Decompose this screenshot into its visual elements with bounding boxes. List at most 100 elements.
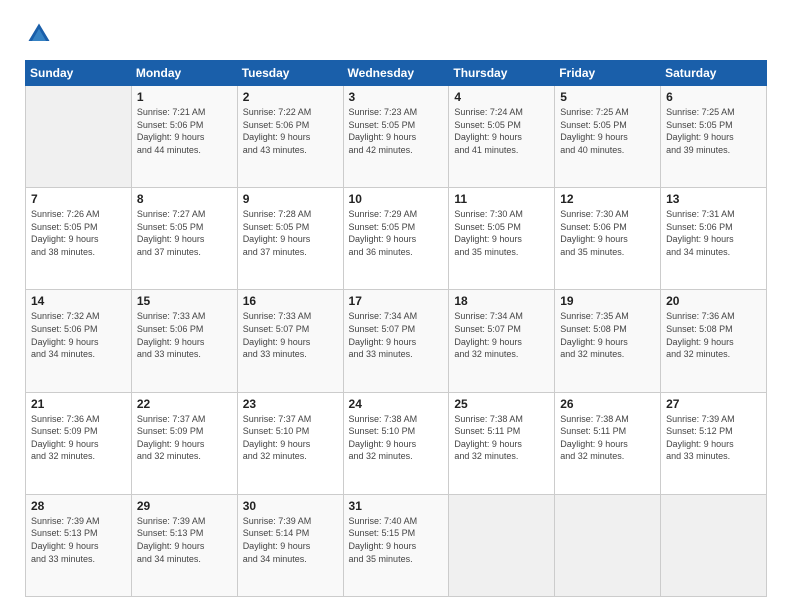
weekday-header-cell: Monday — [131, 61, 237, 86]
day-info: Sunrise: 7:39 AM Sunset: 5:12 PM Dayligh… — [666, 413, 761, 463]
logo — [25, 20, 57, 48]
day-info: Sunrise: 7:37 AM Sunset: 5:09 PM Dayligh… — [137, 413, 232, 463]
day-number: 27 — [666, 397, 761, 411]
calendar-day-cell: 12 Sunrise: 7:30 AM Sunset: 5:06 PM Dayli… — [555, 188, 661, 290]
calendar-week-row: 7 Sunrise: 7:26 AM Sunset: 5:05 PM Daylig… — [26, 188, 767, 290]
calendar-day-cell: 24Sunrise: 7:38 AM Sunset: 5:10 PM Dayli… — [343, 392, 449, 494]
calendar-day-cell: 31 Sunrise: 7:40 AM Sunset: 5:15 PM Dayli… — [343, 494, 449, 596]
day-info: Sunrise: 7:25 AM Sunset: 5:05 PM Dayligh… — [560, 106, 655, 156]
calendar-day-cell: 1 Sunrise: 7:21 AM Sunset: 5:06 PM Daylig… — [131, 86, 237, 188]
calendar-week-row: 1 Sunrise: 7:21 AM Sunset: 5:06 PM Daylig… — [26, 86, 767, 188]
day-info: Sunrise: 7:31 AM Sunset: 5:06 PM Dayligh… — [666, 208, 761, 258]
calendar-day-cell: 18 Sunrise: 7:34 AM Sunset: 5:07 PM Dayli… — [449, 290, 555, 392]
calendar-day-cell: 3 Sunrise: 7:23 AM Sunset: 5:05 PM Daylig… — [343, 86, 449, 188]
day-info: Sunrise: 7:36 AM Sunset: 5:08 PM Dayligh… — [666, 310, 761, 360]
calendar-day-cell: 21Sunrise: 7:36 AM Sunset: 5:09 PM Dayli… — [26, 392, 132, 494]
day-info: Sunrise: 7:32 AM Sunset: 5:06 PM Dayligh… — [31, 310, 126, 360]
page: SundayMondayTuesdayWednesdayThursdayFrid… — [0, 0, 792, 612]
day-number: 17 — [349, 294, 444, 308]
calendar-day-cell — [449, 494, 555, 596]
day-info: Sunrise: 7:39 AM Sunset: 5:14 PM Dayligh… — [243, 515, 338, 565]
calendar-day-cell: 25 Sunrise: 7:38 AM Sunset: 5:11 PM Dayli… — [449, 392, 555, 494]
calendar-day-cell: 29 Sunrise: 7:39 AM Sunset: 5:13 PM Dayli… — [131, 494, 237, 596]
day-number: 12 — [560, 192, 655, 206]
calendar-day-cell: 7 Sunrise: 7:26 AM Sunset: 5:05 PM Daylig… — [26, 188, 132, 290]
day-number: 5 — [560, 90, 655, 104]
weekday-header-cell: Saturday — [661, 61, 767, 86]
day-number: 1 — [137, 90, 232, 104]
day-number: 23 — [243, 397, 338, 411]
calendar-day-cell: 30 Sunrise: 7:39 AM Sunset: 5:14 PM Dayli… — [237, 494, 343, 596]
day-info: Sunrise: 7:26 AM Sunset: 5:05 PM Dayligh… — [31, 208, 126, 258]
day-info: Sunrise: 7:39 AM Sunset: 5:13 PM Dayligh… — [31, 515, 126, 565]
weekday-header-cell: Friday — [555, 61, 661, 86]
day-info: Sunrise: 7:38 AM Sunset: 5:11 PM Dayligh… — [454, 413, 549, 463]
day-number: 30 — [243, 499, 338, 513]
calendar-day-cell: 26 Sunrise: 7:38 AM Sunset: 5:11 PM Dayli… — [555, 392, 661, 494]
day-info: Sunrise: 7:34 AM Sunset: 5:07 PM Dayligh… — [454, 310, 549, 360]
day-number: 14 — [31, 294, 126, 308]
weekday-header-cell: Wednesday — [343, 61, 449, 86]
day-info: Sunrise: 7:40 AM Sunset: 5:15 PM Dayligh… — [349, 515, 444, 565]
weekday-header-cell: Thursday — [449, 61, 555, 86]
logo-icon — [25, 20, 53, 48]
calendar-day-cell: 22 Sunrise: 7:37 AM Sunset: 5:09 PM Dayli… — [131, 392, 237, 494]
calendar-day-cell: 16Sunrise: 7:33 AM Sunset: 5:07 PM Dayli… — [237, 290, 343, 392]
day-number: 13 — [666, 192, 761, 206]
calendar-day-cell: 5 Sunrise: 7:25 AM Sunset: 5:05 PM Daylig… — [555, 86, 661, 188]
calendar-day-cell: 28 Sunrise: 7:39 AM Sunset: 5:13 PM Dayli… — [26, 494, 132, 596]
day-number: 24 — [349, 397, 444, 411]
day-number: 15 — [137, 294, 232, 308]
day-info: Sunrise: 7:36 AM Sunset: 5:09 PM Dayligh… — [31, 413, 126, 463]
calendar-day-cell — [26, 86, 132, 188]
day-info: Sunrise: 7:33 AM Sunset: 5:06 PM Dayligh… — [137, 310, 232, 360]
calendar-day-cell: 17 Sunrise: 7:34 AM Sunset: 5:07 PM Dayli… — [343, 290, 449, 392]
calendar-week-row: 14 Sunrise: 7:32 AM Sunset: 5:06 PM Dayli… — [26, 290, 767, 392]
day-number: 19 — [560, 294, 655, 308]
day-info: Sunrise: 7:22 AM Sunset: 5:06 PM Dayligh… — [243, 106, 338, 156]
calendar-week-row: 28 Sunrise: 7:39 AM Sunset: 5:13 PM Dayli… — [26, 494, 767, 596]
day-info: Sunrise: 7:35 AM Sunset: 5:08 PM Dayligh… — [560, 310, 655, 360]
day-info: Sunrise: 7:38 AM Sunset: 5:11 PM Dayligh… — [560, 413, 655, 463]
day-info: Sunrise: 7:30 AM Sunset: 5:06 PM Dayligh… — [560, 208, 655, 258]
day-number: 26 — [560, 397, 655, 411]
calendar-day-cell: 23 Sunrise: 7:37 AM Sunset: 5:10 PM Dayli… — [237, 392, 343, 494]
day-info: Sunrise: 7:37 AM Sunset: 5:10 PM Dayligh… — [243, 413, 338, 463]
day-number: 20 — [666, 294, 761, 308]
weekday-header-cell: Tuesday — [237, 61, 343, 86]
day-info: Sunrise: 7:30 AM Sunset: 5:05 PM Dayligh… — [454, 208, 549, 258]
day-info: Sunrise: 7:39 AM Sunset: 5:13 PM Dayligh… — [137, 515, 232, 565]
day-info: Sunrise: 7:24 AM Sunset: 5:05 PM Dayligh… — [454, 106, 549, 156]
day-number: 11 — [454, 192, 549, 206]
day-info: Sunrise: 7:27 AM Sunset: 5:05 PM Dayligh… — [137, 208, 232, 258]
day-number: 7 — [31, 192, 126, 206]
calendar-day-cell: 14 Sunrise: 7:32 AM Sunset: 5:06 PM Dayli… — [26, 290, 132, 392]
day-info: Sunrise: 7:21 AM Sunset: 5:06 PM Dayligh… — [137, 106, 232, 156]
calendar-day-cell — [661, 494, 767, 596]
day-number: 31 — [349, 499, 444, 513]
calendar-day-cell: 19 Sunrise: 7:35 AM Sunset: 5:08 PM Dayli… — [555, 290, 661, 392]
calendar-day-cell: 13 Sunrise: 7:31 AM Sunset: 5:06 PM Dayli… — [661, 188, 767, 290]
day-number: 9 — [243, 192, 338, 206]
calendar-table: SundayMondayTuesdayWednesdayThursdayFrid… — [25, 60, 767, 597]
calendar-day-cell: 10Sunrise: 7:29 AM Sunset: 5:05 PM Dayli… — [343, 188, 449, 290]
calendar-day-cell: 8 Sunrise: 7:27 AM Sunset: 5:05 PM Daylig… — [131, 188, 237, 290]
day-number: 29 — [137, 499, 232, 513]
day-number: 25 — [454, 397, 549, 411]
calendar-day-cell: 15 Sunrise: 7:33 AM Sunset: 5:06 PM Dayli… — [131, 290, 237, 392]
calendar-week-row: 21Sunrise: 7:36 AM Sunset: 5:09 PM Dayli… — [26, 392, 767, 494]
day-number: 3 — [349, 90, 444, 104]
day-number: 28 — [31, 499, 126, 513]
day-number: 18 — [454, 294, 549, 308]
calendar-day-cell: 27 Sunrise: 7:39 AM Sunset: 5:12 PM Dayli… — [661, 392, 767, 494]
day-info: Sunrise: 7:23 AM Sunset: 5:05 PM Dayligh… — [349, 106, 444, 156]
calendar-day-cell: 20 Sunrise: 7:36 AM Sunset: 5:08 PM Dayli… — [661, 290, 767, 392]
calendar-body: 1 Sunrise: 7:21 AM Sunset: 5:06 PM Daylig… — [26, 86, 767, 597]
calendar-day-cell: 4Sunrise: 7:24 AM Sunset: 5:05 PM Daylig… — [449, 86, 555, 188]
day-number: 2 — [243, 90, 338, 104]
day-info: Sunrise: 7:34 AM Sunset: 5:07 PM Dayligh… — [349, 310, 444, 360]
day-number: 8 — [137, 192, 232, 206]
day-number: 22 — [137, 397, 232, 411]
calendar-day-cell: 6Sunrise: 7:25 AM Sunset: 5:05 PM Daylig… — [661, 86, 767, 188]
header — [25, 20, 767, 48]
